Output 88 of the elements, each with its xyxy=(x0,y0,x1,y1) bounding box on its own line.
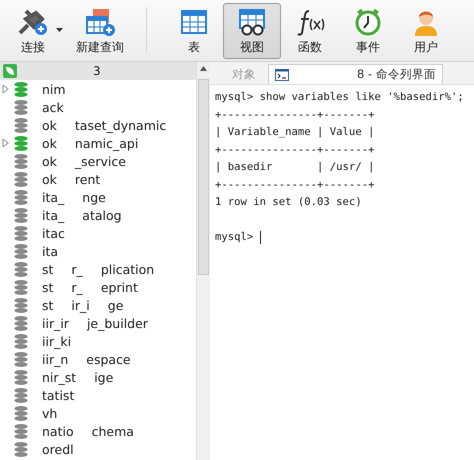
toolbar-button[interactable]: 表 xyxy=(165,3,223,59)
database-row[interactable]: ita xyxy=(0,242,196,260)
database-name[interactable]: ok xyxy=(42,154,57,168)
database-name[interactable]: ok xyxy=(42,136,57,150)
database-row[interactable]: st r_ eprint xyxy=(0,278,196,296)
console-line: | Variable_name | Value | xyxy=(215,125,374,140)
database-name[interactable]: ige xyxy=(94,370,114,384)
query-table-icon xyxy=(83,6,117,36)
database-row[interactable]: vh xyxy=(0,404,196,422)
toolbar-button[interactable]: 连接 xyxy=(4,3,62,59)
database-row[interactable]: itac xyxy=(0,224,196,242)
database-name[interactable]: namic_api xyxy=(74,136,138,150)
connection-icon xyxy=(3,64,17,78)
database-row[interactable]: tatist xyxy=(0,386,196,404)
database-name[interactable]: chema xyxy=(92,424,134,438)
database-name[interactable]: iir_ir xyxy=(42,316,69,330)
database-row[interactable]: ok _service xyxy=(0,152,196,170)
database-name[interactable]: tatist xyxy=(42,388,74,402)
connection-name: 3 xyxy=(93,64,101,78)
terminal-icon xyxy=(275,68,289,80)
database-name[interactable]: oredl xyxy=(42,442,74,456)
toolbar-button[interactable]: 新建查询 xyxy=(62,3,138,59)
database-row[interactable]: st r_ plication xyxy=(0,260,196,278)
database-row[interactable]: nim xyxy=(0,80,196,98)
database-name[interactable]: vh xyxy=(42,406,58,420)
database-name[interactable]: r_ xyxy=(71,280,83,294)
database-row[interactable]: natio chema xyxy=(0,422,196,440)
console-line: | basedir | /usr/ | xyxy=(215,160,374,175)
database-name[interactable]: taset_dynamic xyxy=(74,118,166,132)
database-name[interactable]: ita_ xyxy=(42,190,64,204)
database-name[interactable]: st xyxy=(42,280,54,294)
database-name[interactable]: ita xyxy=(42,244,58,258)
console-line: 1 row in set (0.03 sec) xyxy=(215,195,362,210)
database-name[interactable]: eprint xyxy=(100,280,138,294)
plug-icon xyxy=(16,6,50,36)
database-name[interactable]: itac xyxy=(42,226,65,240)
database-row[interactable]: ok rent xyxy=(0,170,196,188)
database-row[interactable]: iir_ir je_builder xyxy=(0,314,196,332)
console-output[interactable]: mysql> show variables like '%basedir%'; +---------------+-------+ | Variable_name | Value | +---------------+-------+ | basedir | /usr/ | +---------------+-------+ 1 row in set (0.03 sec) mysql> xyxy=(210,85,474,460)
database-name[interactable]: nim xyxy=(42,82,66,96)
toolbar-button[interactable]: 函数 xyxy=(281,3,339,59)
database-name[interactable]: je_builder xyxy=(86,316,148,330)
database-name[interactable]: rent xyxy=(74,172,100,186)
database-row[interactable]: iir_ki xyxy=(0,332,196,350)
console-line: +---------------+-------+ xyxy=(215,108,374,122)
database-name[interactable]: espace xyxy=(86,352,131,366)
toolbar-button[interactable]: 用户 xyxy=(397,3,455,59)
clock-icon xyxy=(353,6,383,36)
database-row[interactable]: iir_n espace xyxy=(0,350,196,368)
database-row[interactable]: ok namic_api xyxy=(0,134,196,152)
database-row[interactable]: oredl xyxy=(0,440,196,458)
database-name[interactable]: iir_n xyxy=(42,352,68,366)
caret-icon[interactable] xyxy=(56,28,63,32)
database-name[interactable]: nir_st xyxy=(42,370,76,384)
console-line: mysql> show variables like '%basedir%'; xyxy=(215,90,464,105)
database-name[interactable]: ack xyxy=(42,100,64,114)
console-prompt: mysql> xyxy=(215,230,254,245)
scrollbar-thumb[interactable] xyxy=(198,79,209,275)
database-name[interactable]: st xyxy=(42,298,54,312)
database-row[interactable]: ok taset_dynamic xyxy=(0,116,196,134)
database-row[interactable]: ita_ atalog xyxy=(0,206,196,224)
view-icon xyxy=(237,6,267,36)
database-row[interactable]: st ir_i ge xyxy=(0,296,196,314)
toolbar-button[interactable]: 视图 xyxy=(223,3,281,59)
tab[interactable]: 8 - 命令列界面 xyxy=(268,64,443,84)
database-name[interactable]: _service xyxy=(74,154,126,168)
expand-arrow-icon[interactable] xyxy=(2,139,10,147)
expand-arrow-icon[interactable] xyxy=(2,85,10,93)
database-name[interactable]: plication xyxy=(100,262,154,276)
database-name[interactable]: ge xyxy=(108,298,124,312)
database-name[interactable]: r_ xyxy=(71,262,83,276)
database-name[interactable]: st xyxy=(42,262,54,276)
connection-row[interactable]: 3 xyxy=(0,62,196,80)
toolbar-button[interactable]: 事件 xyxy=(339,3,397,59)
scroll-up-icon[interactable] xyxy=(200,66,207,71)
database-name[interactable]: nge xyxy=(82,190,106,204)
database-name[interactable]: ok xyxy=(42,118,57,132)
database-name[interactable]: iir_ki xyxy=(42,334,72,348)
database-row[interactable]: nir_st ige xyxy=(0,368,196,386)
database-name[interactable]: natio xyxy=(42,424,74,438)
database-name[interactable]: ita_ xyxy=(42,208,64,222)
console-line: +---------------+-------+ xyxy=(215,178,374,192)
database-row[interactable]: ita_ nge xyxy=(0,188,196,206)
database-name[interactable]: ir_i xyxy=(71,298,90,312)
database-row[interactable]: ack xyxy=(0,98,196,116)
database-name[interactable]: ok xyxy=(42,172,57,186)
console-line: +---------------+-------+ xyxy=(215,142,374,158)
database-name[interactable]: atalog xyxy=(82,208,122,222)
